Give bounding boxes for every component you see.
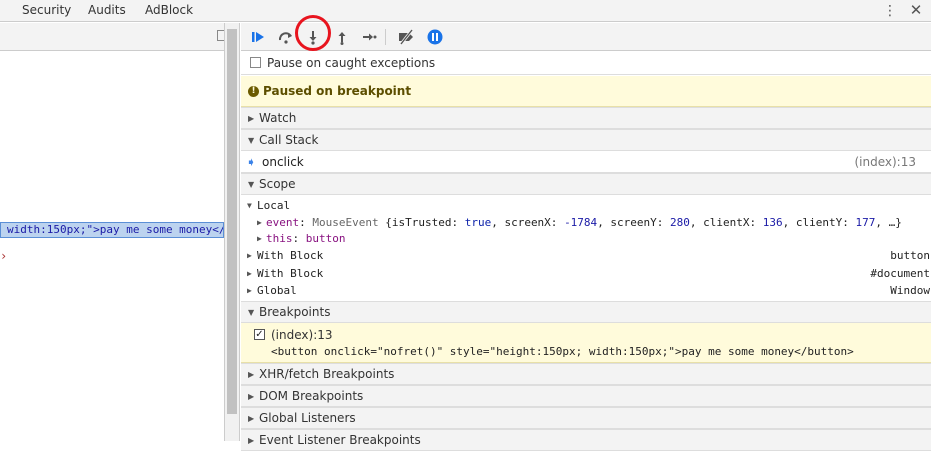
pause-caught-checkbox[interactable] xyxy=(250,57,261,68)
breakpoint-code: <button onclick="nofret()" style="height… xyxy=(271,345,854,358)
tab-security[interactable]: Security xyxy=(22,3,71,17)
scope-local[interactable]: ▼ Local xyxy=(241,197,931,214)
toolbar-separator xyxy=(385,29,386,45)
more-options-icon[interactable]: ⋮ xyxy=(880,2,900,20)
collapse-arrow-icon: ▼ xyxy=(248,308,255,317)
section-label: Global Listeners xyxy=(259,411,356,425)
paused-code-line[interactable]: width:150px;">pay me some money</ xyxy=(0,222,224,238)
section-event-listener-breakpoints[interactable]: ▶ Event Listener Breakpoints xyxy=(241,429,931,451)
scope-global-label: Global xyxy=(257,284,297,297)
scope-with-block-value: #document xyxy=(870,267,930,280)
section-label: Breakpoints xyxy=(259,305,331,319)
scope-with-block-value: button xyxy=(890,249,930,262)
expand-arrow-icon: ▶ xyxy=(247,269,252,278)
breakpoint-location: (index):13 xyxy=(271,328,333,342)
scope-local-label: Local xyxy=(257,199,291,212)
step-over-icon[interactable] xyxy=(277,28,295,46)
expand-arrow-icon: ▶ xyxy=(248,114,255,123)
step-out-icon[interactable] xyxy=(333,28,351,46)
expand-arrow-icon: ▶ xyxy=(248,392,255,401)
collapse-arrow-icon: ▼ xyxy=(248,136,255,145)
paused-status-banner: ! Paused on breakpoint xyxy=(241,76,931,107)
expand-arrow-icon: ▶ xyxy=(257,234,262,243)
section-label: DOM Breakpoints xyxy=(259,389,364,403)
expand-arrow-icon: ▶ xyxy=(247,286,252,295)
section-breakpoints[interactable]: ▼ Breakpoints xyxy=(241,301,931,323)
expand-arrow-icon: ▶ xyxy=(247,251,252,260)
deactivate-breakpoints-icon[interactable] xyxy=(397,28,415,46)
debugger-sidebar: Pause on caught exceptions ! Paused on b… xyxy=(241,15,931,451)
breakpoint-item[interactable]: ✓ (index):13 <button onclick="nofret()" … xyxy=(241,323,931,363)
step-into-highlight-circle xyxy=(295,15,331,51)
paused-status-text: Paused on breakpoint xyxy=(263,84,412,98)
pause-caught-label: Pause on caught exceptions xyxy=(267,56,436,70)
collapse-arrow-icon: ▼ xyxy=(247,201,252,210)
scope-with-block[interactable]: ▶ With Block button xyxy=(241,247,931,264)
info-icon: ! xyxy=(248,86,259,97)
code-line-text: width:150px;">pay me some money</ xyxy=(7,223,224,236)
section-call-stack[interactable]: ▼ Call Stack xyxy=(241,129,931,151)
scope-with-block-label: With Block xyxy=(257,249,324,262)
scope-global-value: Window xyxy=(890,284,930,297)
section-label: Scope xyxy=(259,177,296,191)
close-icon[interactable]: ✕ xyxy=(906,1,926,19)
section-watch[interactable]: ▶ Watch xyxy=(241,107,931,129)
breakpoint-checkbox[interactable]: ✓ xyxy=(254,329,265,340)
current-frame-arrow-icon: ➧ xyxy=(246,155,257,169)
section-label: Watch xyxy=(259,111,297,125)
scope-with-block[interactable]: ▶ With Block #document xyxy=(241,265,931,282)
scope-with-block-label: With Block xyxy=(257,267,324,280)
scope-global[interactable]: ▶ Global Window xyxy=(241,282,931,299)
expand-arrow-icon: ▶ xyxy=(257,218,262,227)
resume-icon[interactable] xyxy=(249,28,267,46)
section-xhr-breakpoints[interactable]: ▶ XHR/fetch Breakpoints xyxy=(241,363,931,385)
section-scope[interactable]: ▼ Scope xyxy=(241,173,931,195)
scope-property-event[interactable]: ▶ event: MouseEvent {isTrusted: true, sc… xyxy=(241,214,931,231)
source-toolbar xyxy=(0,23,230,51)
scrollbar-thumb[interactable] xyxy=(227,29,237,414)
section-label: XHR/fetch Breakpoints xyxy=(259,367,395,381)
collapse-arrow-icon: ▼ xyxy=(248,180,255,189)
expand-arrow-icon: ▶ xyxy=(248,370,255,379)
pause-on-exceptions-icon[interactable] xyxy=(426,28,444,46)
expand-arrow-icon: ▶ xyxy=(248,414,255,423)
tab-adblock[interactable]: AdBlock xyxy=(145,3,193,17)
call-frame-item[interactable]: ➧ onclick (index):13 xyxy=(241,151,931,173)
code-caret: › xyxy=(0,249,8,263)
panel-tab-bar: Security Audits AdBlock ⋮ ✕ xyxy=(0,0,931,22)
section-label: Call Stack xyxy=(259,133,319,147)
pause-on-caught-exceptions-row[interactable]: Pause on caught exceptions xyxy=(241,51,931,75)
call-frame-location[interactable]: (index):13 xyxy=(854,155,916,169)
pane-splitter-scrollbar[interactable] xyxy=(224,23,240,441)
scope-property-this[interactable]: ▶ this: button xyxy=(241,230,931,247)
debugger-toolbar xyxy=(241,15,931,51)
source-pane: width:150px;">pay me some money</ › xyxy=(0,23,230,441)
property-this-value: this: button xyxy=(266,232,346,245)
section-global-listeners[interactable]: ▶ Global Listeners xyxy=(241,407,931,429)
property-event-value: event: MouseEvent {isTrusted: true, scre… xyxy=(266,216,902,229)
call-frame-name: onclick xyxy=(262,155,304,169)
tab-audits[interactable]: Audits xyxy=(88,3,126,17)
step-icon[interactable] xyxy=(360,28,378,46)
section-dom-breakpoints[interactable]: ▶ DOM Breakpoints xyxy=(241,385,931,407)
